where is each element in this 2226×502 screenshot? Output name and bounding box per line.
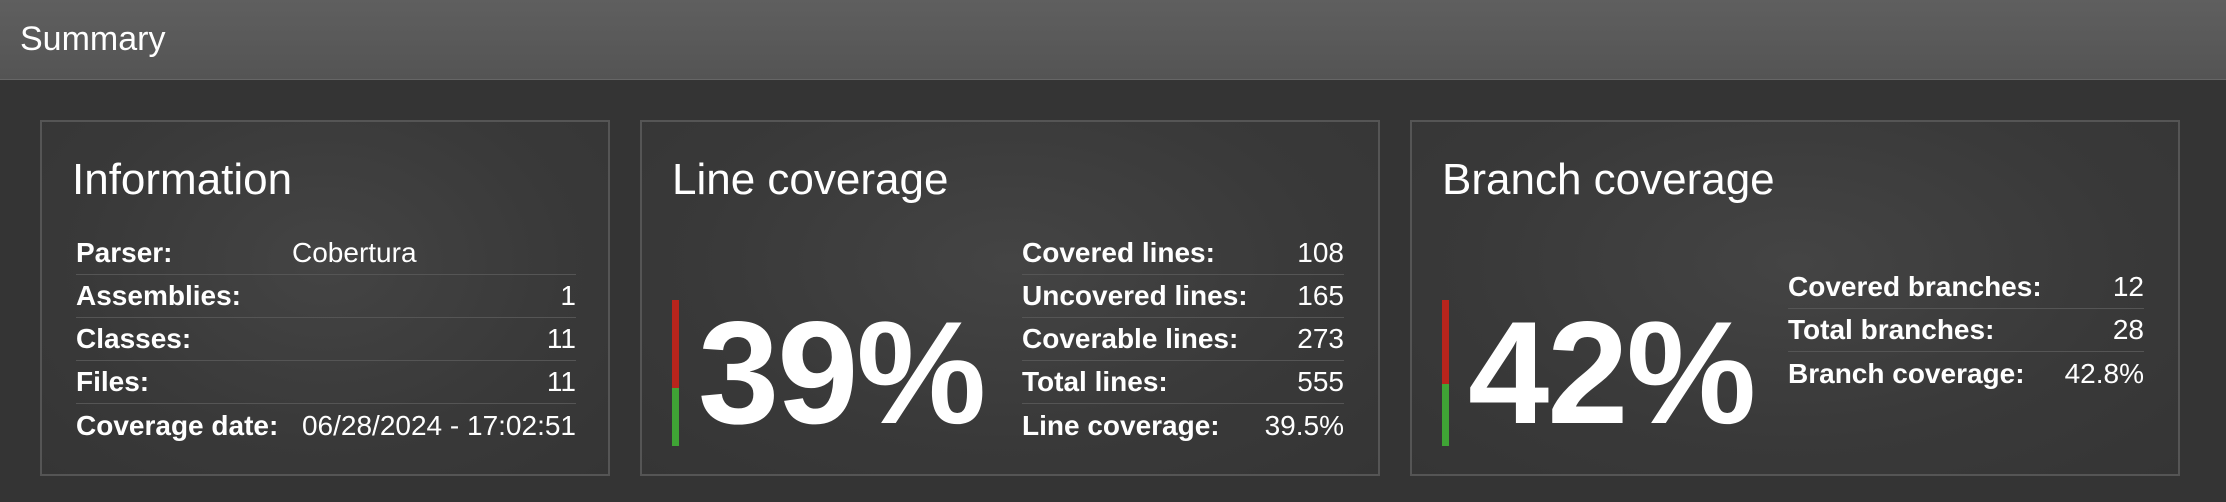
line-value: 108 — [1297, 237, 1344, 268]
information-table: Parser: Cobertura Assemblies: 1 Classes:… — [76, 232, 576, 447]
info-value: 1 — [560, 280, 576, 311]
branch-coverage-table: Covered branches: 12 Total branches: 28 … — [1788, 266, 2144, 395]
line-row-covered: Covered lines: 108 — [1022, 232, 1344, 275]
line-label: Line coverage: — [1022, 409, 1220, 441]
info-row-files: Files: 11 — [76, 361, 576, 404]
covered-bar-segment — [1442, 384, 1449, 446]
line-coverage-title: Line coverage — [672, 155, 949, 204]
branch-coverage-percent: 42% — [1468, 291, 1756, 454]
info-value: 11 — [546, 323, 576, 354]
branch-coverage-bar — [1442, 300, 1449, 446]
info-label: Assemblies: — [76, 280, 241, 311]
line-label: Total lines: — [1022, 366, 1168, 397]
branch-coverage-title: Branch coverage — [1442, 155, 1775, 204]
info-label: Files: — [76, 366, 150, 397]
uncovered-bar-segment — [1442, 300, 1449, 384]
line-value: 273 — [1297, 323, 1344, 354]
line-value: 555 — [1297, 366, 1344, 397]
branch-label: Branch coverage: — [1788, 357, 2025, 389]
branch-value: 12 — [2112, 271, 2144, 302]
line-row-coverage: Line coverage: 39.5% — [1022, 404, 1344, 447]
branch-row-coverage: Branch coverage: 42.8% — [1788, 352, 2144, 395]
line-label: Uncovered lines: — [1022, 280, 1248, 311]
info-row-coverage-date: Coverage date: 06/28/2024 - 17:02:51 — [76, 404, 576, 447]
info-label: Classes: — [76, 323, 192, 354]
branch-label: Total branches: — [1788, 314, 1995, 345]
line-coverage-percent: 39% — [698, 291, 986, 454]
info-value: Cobertura — [292, 237, 417, 268]
line-value: 165 — [1297, 280, 1344, 311]
line-label: Coverable lines: — [1022, 323, 1239, 354]
line-row-uncovered: Uncovered lines: 165 — [1022, 275, 1344, 318]
branch-coverage-card: Branch coverage 42% Covered branches: 12… — [1410, 120, 2180, 476]
line-coverage-bar — [672, 300, 679, 446]
line-coverage-table: Covered lines: 108 Uncovered lines: 165 … — [1022, 232, 1344, 447]
line-row-total: Total lines: 555 — [1022, 361, 1344, 404]
branch-value: 28 — [2112, 314, 2144, 345]
info-row-classes: Classes: 11 — [76, 318, 576, 361]
line-row-coverable: Coverable lines: 273 — [1022, 318, 1344, 361]
summary-header: Summary — [0, 0, 2226, 80]
info-label: Coverage date: — [76, 409, 279, 441]
information-card: Information Parser: Cobertura Assemblies… — [40, 120, 610, 476]
covered-bar-segment — [672, 388, 679, 446]
page-title: Summary — [20, 20, 166, 58]
info-label: Parser: — [76, 237, 173, 268]
branch-value: 42.8% — [2064, 357, 2144, 389]
uncovered-bar-segment — [672, 300, 679, 388]
information-title: Information — [72, 155, 293, 204]
line-label: Covered lines: — [1022, 237, 1215, 268]
branch-label: Covered branches: — [1788, 271, 2042, 302]
info-row-assemblies: Assemblies: 1 — [76, 275, 576, 318]
info-row-parser: Parser: Cobertura — [76, 232, 576, 275]
branch-row-total: Total branches: 28 — [1788, 309, 2144, 352]
branch-row-covered: Covered branches: 12 — [1788, 266, 2144, 309]
info-value: 06/28/2024 - 17:02:51 — [301, 409, 576, 441]
info-value: 11 — [546, 366, 576, 397]
line-value: 39.5% — [1264, 409, 1344, 441]
line-coverage-card: Line coverage 39% Covered lines: 108 Unc… — [640, 120, 1380, 476]
